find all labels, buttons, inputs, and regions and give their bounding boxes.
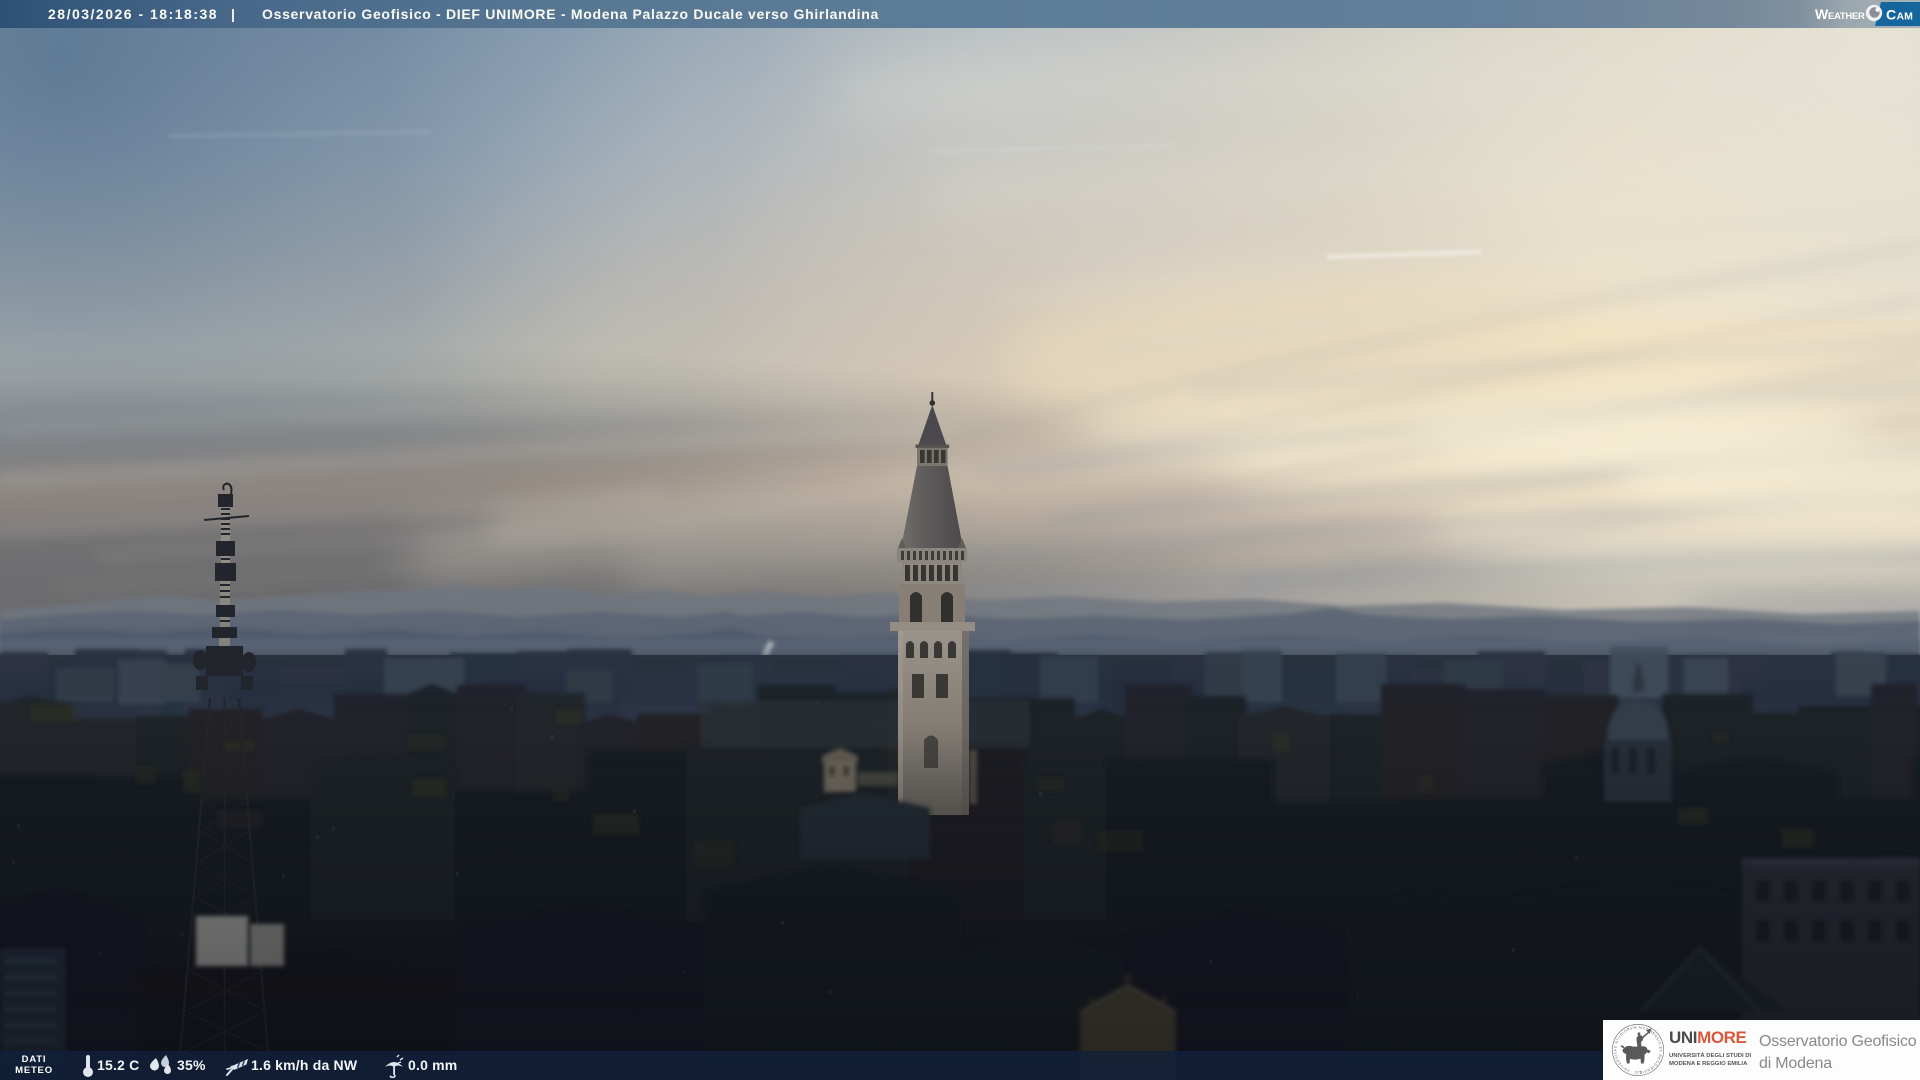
svg-text:AM: AM (1897, 11, 1914, 23)
svg-text:C: C (1886, 7, 1896, 23)
svg-text:1175: 1175 (1634, 1071, 1641, 1075)
svg-text:EATHER: EATHER (1828, 11, 1865, 22)
svg-text:W: W (1815, 6, 1829, 22)
